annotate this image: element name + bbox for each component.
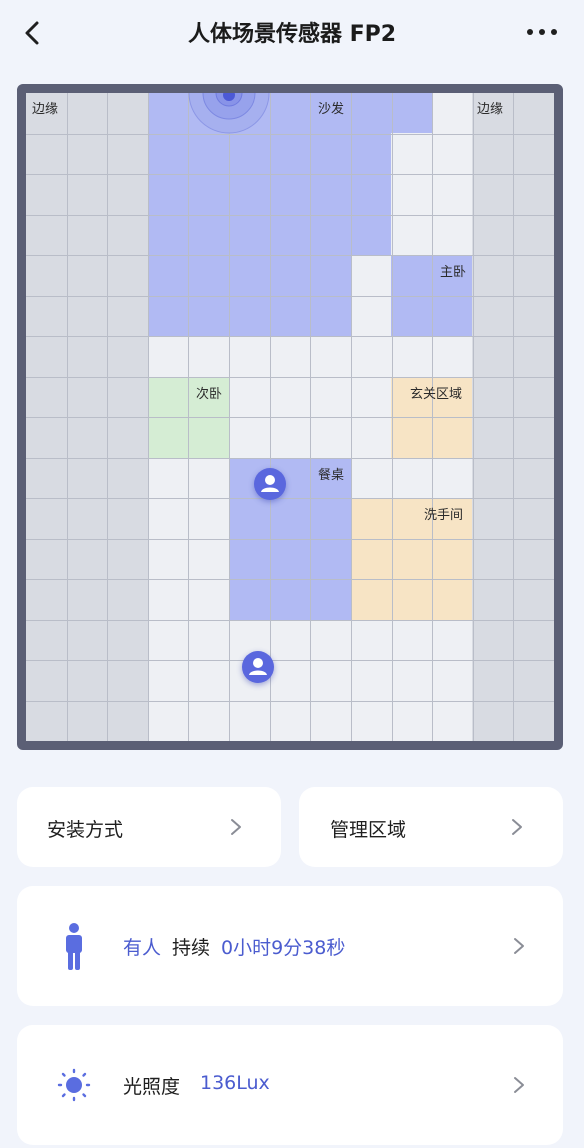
zone-label-edge-right: 边缘 bbox=[477, 102, 504, 117]
person-icon bbox=[249, 658, 267, 675]
zone-map[interactable]: 边缘 沙发 边缘 主卧 次卧 玄关区域 餐桌 洗手间 bbox=[17, 84, 563, 750]
sofa-zone-mid bbox=[148, 133, 391, 255]
person-standing-icon bbox=[66, 923, 82, 970]
person-marker[interactable] bbox=[242, 651, 274, 683]
page-title: 人体场景传感器 FP2 bbox=[187, 22, 397, 47]
illuminance-label: 光照度 bbox=[123, 1076, 181, 1098]
zone-label-edge-left: 边缘 bbox=[32, 102, 59, 117]
person-icon bbox=[261, 475, 279, 492]
manage-zones-label: 管理区域 bbox=[330, 819, 407, 841]
person-marker[interactable] bbox=[254, 468, 286, 500]
manage-zones-card[interactable]: 管理区域 bbox=[299, 787, 563, 867]
chevron-right-icon bbox=[512, 819, 522, 835]
zone-label-second-bedroom: 次卧 bbox=[196, 387, 223, 402]
presence-duration: 0小时9分38秒 bbox=[221, 937, 346, 959]
illuminance-value: 136Lux bbox=[200, 1072, 270, 1094]
presence-status: 有人 bbox=[123, 937, 162, 959]
sofa-zone-low bbox=[148, 255, 351, 336]
chevron-right-icon bbox=[514, 1077, 524, 1093]
zone-label-entrance: 玄关区域 bbox=[410, 387, 463, 402]
install-method-label: 安装方式 bbox=[47, 819, 124, 841]
install-method-card[interactable]: 安装方式 bbox=[17, 787, 281, 867]
illuminance-card[interactable]: 光照度 136Lux bbox=[17, 1025, 563, 1145]
sun-icon bbox=[57, 1068, 91, 1102]
app-header: 人体场景传感器 FP2 bbox=[0, 0, 584, 68]
chevron-right-icon bbox=[514, 938, 524, 954]
zone-label-master-bedroom: 主卧 bbox=[440, 265, 467, 280]
presence-card[interactable]: 有人 持续 0小时9分38秒 bbox=[17, 886, 563, 1006]
zone-label-washroom: 洗手间 bbox=[424, 508, 464, 523]
zone-label-sofa: 沙发 bbox=[318, 102, 345, 117]
chevron-right-icon bbox=[231, 819, 241, 835]
more-dots-icon[interactable] bbox=[524, 22, 560, 42]
zone-map-canvas bbox=[26, 93, 554, 741]
presence-duration-prefix: 持续 bbox=[172, 937, 211, 959]
zone-label-dining-table: 餐桌 bbox=[318, 468, 345, 483]
